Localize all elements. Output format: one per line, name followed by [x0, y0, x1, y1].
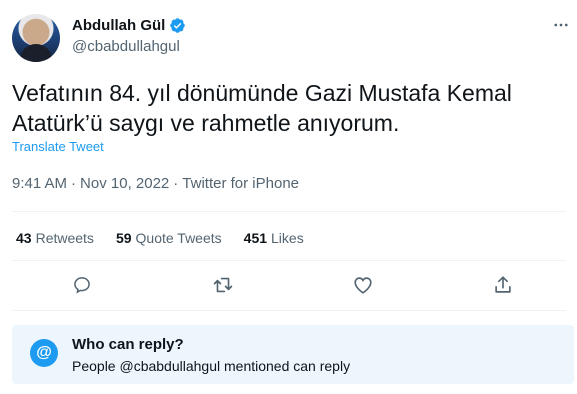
tweet-date[interactable]: Nov 10, 2022	[80, 175, 169, 192]
share-button[interactable]	[492, 274, 514, 296]
tweet-actions	[0, 274, 577, 300]
meta-separator: ·	[71, 175, 77, 192]
quote-tweets-stat[interactable]: 59 Quote Tweets	[116, 230, 222, 246]
divider	[12, 260, 566, 261]
tweet-time[interactable]: 9:41 AM	[12, 175, 67, 192]
divider	[12, 310, 566, 311]
retweets-count: 43	[16, 230, 32, 246]
quote-tweets-label: Quote Tweets	[135, 230, 222, 246]
likes-stat[interactable]: 451 Likes	[244, 230, 304, 246]
reply-button[interactable]	[71, 274, 93, 296]
quote-tweets-count: 59	[115, 230, 132, 246]
like-button[interactable]	[352, 274, 374, 296]
likes-count: 451	[243, 230, 268, 246]
meta-separator: ·	[173, 175, 179, 192]
who-can-reply-box: @ Who can reply? People @cbabdullahgul m…	[12, 325, 574, 384]
divider	[12, 211, 566, 212]
translate-tweet-link[interactable]: Translate Tweet	[12, 139, 104, 154]
who-can-reply-subtitle: People @cbabdullahgul mentioned can repl…	[72, 358, 351, 374]
author-name-row: Abdullah Gül	[72, 17, 186, 34]
share-icon	[495, 276, 511, 293]
mention-at-icon: @	[30, 339, 58, 367]
retweets-label: Retweets	[35, 230, 94, 246]
more-options-icon[interactable]	[552, 16, 570, 34]
retweets-stat[interactable]: 43 Retweets	[16, 230, 94, 246]
tweet-source[interactable]: Twitter for iPhone	[182, 175, 299, 192]
tweet-meta: 9:41 AM · Nov 10, 2022 · Twitter for iPh…	[12, 175, 299, 192]
author-avatar[interactable]	[12, 14, 60, 62]
like-icon	[354, 277, 372, 294]
author-handle[interactable]: @cbabdullahgul	[72, 38, 180, 55]
tweet-stats: 43 Retweets 59 Quote Tweets 451 Likes	[16, 230, 304, 246]
likes-label: Likes	[271, 230, 304, 246]
tweet-text: Vefatının 84. yıl dönümünde Gazi Mustafa…	[12, 80, 512, 136]
reply-icon	[74, 277, 90, 294]
retweet-button[interactable]	[212, 274, 234, 296]
verified-badge-icon	[170, 18, 186, 33]
author-display-name[interactable]: Abdullah Gül	[72, 17, 165, 34]
retweet-icon	[213, 277, 233, 293]
who-can-reply-title: Who can reply?	[72, 336, 184, 353]
